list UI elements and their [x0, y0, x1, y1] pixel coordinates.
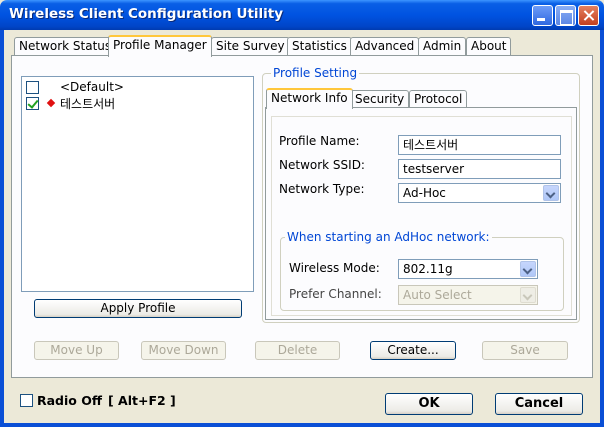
title-bar[interactable]: Wireless Client Configuration Utility — [0, 0, 604, 30]
prefer-channel-select[interactable]: Auto Select — [398, 285, 538, 305]
window-title: Wireless Client Configuration Utility — [9, 6, 284, 22]
profile-list[interactable]: <Default> 테스트서버 — [21, 76, 254, 292]
chevron-down-icon — [520, 287, 536, 303]
list-item[interactable]: 테스트서버 — [26, 95, 115, 111]
window-frame-right — [600, 30, 604, 427]
radio-off-checkbox[interactable] — [20, 394, 33, 407]
wireless-mode-label: Wireless Mode: — [289, 261, 380, 275]
network-type-select[interactable]: Ad-Hoc — [398, 183, 561, 203]
cancel-button[interactable]: Cancel — [495, 393, 583, 415]
chevron-down-icon[interactable] — [520, 261, 536, 277]
radio-off-shortcut: [ Alt+F2 ] — [107, 393, 176, 408]
profile-checkbox[interactable] — [26, 80, 39, 94]
profile-name-input[interactable]: 테스트서버 — [398, 135, 561, 155]
profile-label: <Default> — [60, 80, 124, 94]
prefer-channel-label: Prefer Channel: — [289, 287, 382, 301]
chevron-down-icon[interactable] — [543, 185, 559, 201]
maximize-button[interactable] — [555, 5, 576, 26]
profile-checkbox[interactable] — [26, 96, 39, 110]
tab-statistics[interactable]: Statistics — [287, 37, 352, 56]
active-profile-diamond-icon — [46, 98, 56, 108]
tab-protocol[interactable]: Protocol — [409, 90, 468, 108]
tab-profile-manager[interactable]: Profile Manager — [108, 35, 212, 57]
radio-off-label: Radio Off — [37, 393, 102, 408]
radio-off-toggle[interactable]: Radio Off [ Alt+F2 ] — [20, 393, 176, 408]
tab-advanced[interactable]: Advanced — [350, 37, 420, 56]
network-ssid-label: Network SSID: — [279, 158, 365, 172]
profile-name-label: Profile Name: — [279, 134, 360, 148]
window-frame-left — [0, 30, 4, 427]
network-ssid-input[interactable]: testserver — [398, 159, 561, 179]
tab-security[interactable]: Security — [350, 90, 410, 108]
tab-admin[interactable]: Admin — [418, 37, 467, 56]
ok-button[interactable]: OK — [385, 393, 473, 415]
tab-site-survey[interactable]: Site Survey — [211, 37, 290, 56]
wireless-mode-select[interactable]: 802.11g — [398, 259, 538, 279]
move-up-button[interactable]: Move Up — [34, 341, 119, 360]
move-down-button[interactable]: Move Down — [141, 341, 226, 360]
minimize-button[interactable] — [532, 5, 553, 26]
close-button[interactable] — [578, 5, 599, 26]
window-frame-bottom — [0, 423, 604, 427]
create-button[interactable]: Create... — [370, 341, 456, 360]
list-item[interactable]: <Default> — [26, 79, 124, 95]
profile-label: 테스트서버 — [60, 96, 116, 111]
save-button[interactable]: Save — [482, 341, 568, 360]
network-type-label: Network Type: — [279, 182, 365, 196]
tab-about[interactable]: About — [466, 37, 512, 56]
tab-network-status[interactable]: Network Status — [14, 37, 117, 56]
profile-setting-label: Profile Setting — [271, 66, 360, 80]
tab-network-info[interactable]: Network Info — [266, 88, 353, 109]
delete-button[interactable]: Delete — [255, 341, 340, 360]
adhoc-group-label: When starting an AdHoc network: — [285, 230, 492, 244]
apply-profile-button[interactable]: Apply Profile — [34, 299, 242, 318]
